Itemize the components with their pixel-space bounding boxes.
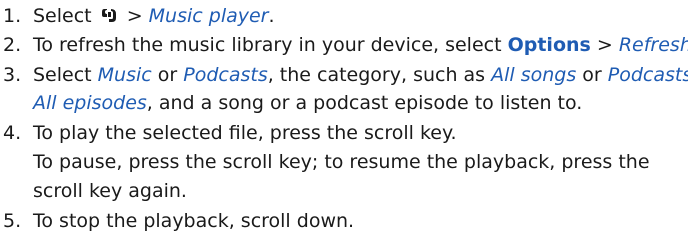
menu-separator: >: [590, 34, 619, 56]
podcasts-link[interactable]: Podcasts: [183, 64, 267, 86]
instructions-document: 1. Select > Music player. 2. To refresh th…: [0, 0, 688, 248]
options-command[interactable]: Options: [508, 34, 591, 56]
step-4: 4. To play the selected file, press the s…: [0, 121, 457, 145]
step-number: 1.: [3, 5, 22, 27]
step-number: 4.: [3, 122, 22, 144]
refresh-link[interactable]: Refresh: [619, 34, 688, 56]
menu-key-icon: [100, 6, 119, 25]
step-4-note-line-1: To pause, press the scroll key; to resum…: [33, 151, 650, 173]
step-text: or: [576, 64, 608, 86]
music-player-link[interactable]: Music player: [149, 5, 269, 27]
all-episodes-link[interactable]: All episodes: [33, 92, 147, 114]
menu-separator: >: [120, 5, 149, 27]
step-text: , and a song or a podcast episode to lis…: [146, 92, 583, 114]
step-text: Select: [33, 64, 98, 86]
step-1: 1. Select > Music player.: [0, 4, 275, 28]
step-text: Select: [33, 5, 98, 27]
step-text: To refresh the music library in your dev…: [33, 34, 508, 56]
step-text: or: [151, 64, 184, 86]
step-number: 2.: [3, 34, 22, 56]
step-text: To play the selected file, press the scr…: [33, 122, 457, 144]
music-link[interactable]: Music: [98, 64, 152, 86]
podcasts-category-link[interactable]: Podcasts: [608, 64, 688, 86]
step-3-continuation: All episodes, and a song or a podcast ep…: [33, 91, 582, 115]
step-4-note-line-2: scroll key again.: [33, 180, 187, 202]
all-songs-link[interactable]: All songs: [491, 64, 576, 86]
step-3: 3. Select Music or Podcasts, the category…: [0, 63, 688, 87]
step-5: 5. To stop the playback, scroll down.: [0, 209, 354, 233]
step-text: , the category, such as: [267, 64, 492, 86]
step-2: 2. To refresh the music library in your d…: [0, 33, 688, 57]
punctuation: .: [268, 5, 275, 27]
step-number: 5.: [3, 210, 22, 232]
step-text: To stop the playback, scroll down.: [33, 210, 355, 232]
step-number: 3.: [3, 64, 22, 86]
